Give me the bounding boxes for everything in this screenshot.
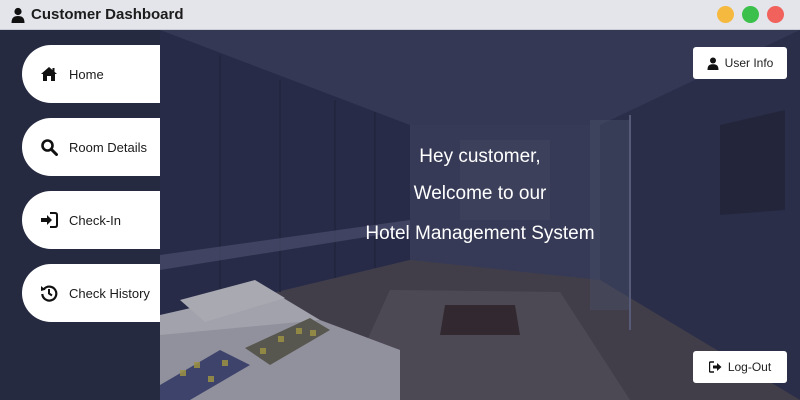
system-name-text: Hotel Management System	[365, 223, 595, 244]
maximize-button[interactable]	[742, 6, 759, 23]
nav-check-history-button[interactable]: Check History	[22, 264, 160, 322]
sidebar: Home Room Details Check-In Check History	[0, 30, 160, 400]
nav-room-details-button[interactable]: Room Details	[22, 118, 160, 176]
nav-home-label: Home	[69, 66, 104, 82]
nav-check-in-label: Check-In	[69, 212, 122, 228]
logout-label: Log-Out	[727, 360, 772, 374]
nav-check-history-label: Check History	[69, 285, 150, 301]
nav-home-button[interactable]: Home	[22, 45, 160, 103]
window-title: Customer Dashboard	[31, 6, 184, 23]
hero-background: Hey customer, Welcome to our Hotel Manag…	[160, 30, 800, 400]
sign-out-icon	[708, 361, 722, 373]
window-controls	[717, 6, 784, 23]
greeting-text: Hey customer,	[419, 146, 541, 167]
nav-room-details-label: Room Details	[69, 139, 148, 155]
hotel-room-image	[160, 30, 800, 400]
sign-in-icon	[41, 212, 58, 228]
user-icon	[707, 57, 719, 70]
minimize-button[interactable]	[717, 6, 734, 23]
welcome-text: Welcome to our	[413, 183, 547, 204]
home-icon	[41, 67, 57, 81]
nav-check-in-button[interactable]: Check-In	[22, 191, 160, 249]
user-icon	[11, 7, 25, 23]
user-info-label: User Info	[724, 56, 774, 70]
logout-button[interactable]: Log-Out	[693, 351, 787, 383]
title-bar: Customer Dashboard	[0, 0, 800, 30]
search-icon	[41, 139, 58, 156]
history-icon	[41, 285, 58, 302]
close-button[interactable]	[767, 6, 784, 23]
user-info-button[interactable]: User Info	[693, 47, 787, 79]
